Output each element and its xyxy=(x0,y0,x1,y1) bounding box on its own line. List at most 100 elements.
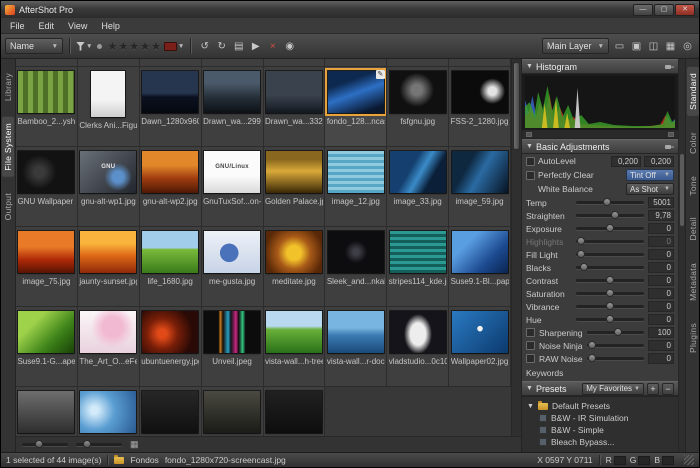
thumbnail-cell[interactable] xyxy=(202,387,264,436)
slider-track-vibrance[interactable] xyxy=(576,305,644,308)
rotate-left-icon[interactable]: ↺ xyxy=(197,38,212,54)
left-tab-library[interactable]: Library xyxy=(2,67,14,107)
preset-item[interactable]: ▼Default Presets xyxy=(525,400,675,412)
slider-track-noise-ninja[interactable] xyxy=(587,344,644,347)
thumbnail-cell[interactable]: GNU/LinuxGnuTuxSof...on-v1.jpg xyxy=(202,147,264,227)
slider-knob[interactable] xyxy=(606,302,614,310)
slider-knob[interactable] xyxy=(83,440,91,448)
thumbnail-cell[interactable]: vista-wall...r-dock.jpg xyxy=(325,307,387,387)
thumbnail-cell[interactable]: jaunty-sunset.jpg xyxy=(78,227,140,307)
autolevel-checkbox[interactable] xyxy=(526,157,535,166)
menu-file[interactable]: File xyxy=(3,19,32,33)
highlight-clip-icon[interactable] xyxy=(668,132,674,137)
thumbnail-cell[interactable]: GNU Wallpaper 2.jpg xyxy=(16,147,78,227)
slider-track-sharpening[interactable] xyxy=(587,331,644,334)
thumbnail-cell[interactable]: Dawn_1280x960.jpg xyxy=(140,67,202,147)
tint-combo[interactable]: Tint Off▼ xyxy=(626,169,674,181)
checkbox-noise-ninja[interactable] xyxy=(526,341,535,350)
thumbnail-cell[interactable]: Bamboo_2...ysha.jpg xyxy=(16,67,78,147)
thumbnail-cell[interactable]: Suse9.1-Bl...papers.jpg xyxy=(449,227,511,307)
filter-button[interactable]: ▼ xyxy=(76,38,92,54)
right-tab-metadata[interactable]: Metadata xyxy=(687,257,699,307)
thumbnail-cell[interactable]: vladstudio...0c1024.jpg xyxy=(387,307,449,387)
sort-combo[interactable]: Name▼ xyxy=(5,38,63,54)
favorites-combo[interactable]: My Favorites▼ xyxy=(582,383,644,395)
current-folder[interactable]: Fondos xyxy=(130,455,158,465)
menu-help[interactable]: Help xyxy=(94,19,127,33)
close-button[interactable]: ✕ xyxy=(675,4,695,16)
multi-image-view-icon[interactable]: ▦ xyxy=(663,38,678,54)
thumbnail-cell[interactable]: Unveil.jpeg xyxy=(202,307,264,387)
right-tab-detail[interactable]: Detail xyxy=(687,211,699,247)
thumbnail-cell[interactable]: image_59.jpg xyxy=(449,147,511,227)
white-balance-combo[interactable]: As Shot▼ xyxy=(626,183,674,195)
star-icon[interactable]: ★ xyxy=(129,40,139,53)
zoom-slider[interactable] xyxy=(76,443,122,446)
thumbnail-cell[interactable]: ✎fondo_128...ncast.jpg xyxy=(325,67,387,147)
thumbnail-cell[interactable] xyxy=(78,387,140,436)
thumbnail-cell[interactable]: gnu-alt-wp2.jpg xyxy=(140,147,202,227)
slider-track-saturation[interactable] xyxy=(576,292,644,295)
preset-item[interactable]: B&W - IR Simulation xyxy=(525,412,675,424)
thumbnail-cell[interactable]: The_Art_O...eFear.jpg xyxy=(78,307,140,387)
layer-combo[interactable]: Main Layer▼ xyxy=(542,38,609,54)
remove-preset-button[interactable]: − xyxy=(662,383,674,395)
thumbnail-cell[interactable]: vista-wall...h-tree.jpg xyxy=(264,307,326,387)
slider-knob[interactable] xyxy=(606,315,614,323)
expand-icon[interactable]: ▼ xyxy=(527,403,534,410)
magnifier-icon[interactable]: ◎ xyxy=(680,38,695,54)
add-preset-button[interactable]: + xyxy=(647,383,659,395)
reject-icon[interactable]: × xyxy=(265,38,280,54)
image-browse-icon[interactable]: ▤ xyxy=(231,38,246,54)
thumbnail-cell[interactable]: image_12.jpg xyxy=(325,147,387,227)
thumbnail-cell[interactable]: Golden Palace.jpg xyxy=(264,147,326,227)
thumbnail-cell[interactable]: me-gusta.jpg xyxy=(202,227,264,307)
slider-knob[interactable] xyxy=(611,211,619,219)
thumbnail-cell[interactable]: Wallpaper02.jpg xyxy=(449,307,511,387)
slider-track-blacks[interactable] xyxy=(576,266,644,269)
camera-icon[interactable]: ◉ xyxy=(282,38,297,54)
menu-view[interactable]: View xyxy=(61,19,94,33)
slider-knob[interactable] xyxy=(614,328,622,336)
dual-monitor-icon[interactable]: ▭ xyxy=(612,38,627,54)
slider-knob[interactable] xyxy=(603,198,611,206)
star-icon[interactable]: ★ xyxy=(151,40,161,53)
thumbnail-cell[interactable] xyxy=(140,387,202,436)
thumbnail-cell[interactable]: FSS-2_1280.jpg xyxy=(449,67,511,147)
slider-knob[interactable] xyxy=(35,440,43,448)
slider-knob[interactable] xyxy=(606,276,614,284)
thumbnail-cell[interactable]: Drawn_wa...332_.jpg xyxy=(264,67,326,147)
right-tab-plugins[interactable]: Plugins xyxy=(687,317,699,359)
thumbnail-cell[interactable]: fsfgnu.jpg xyxy=(387,67,449,147)
grid-scrollbar[interactable] xyxy=(511,59,521,436)
slider-track-highlights[interactable] xyxy=(576,240,644,243)
thumbnail-cell[interactable]: Drawn_wa...299_.jpg xyxy=(202,67,264,147)
presets-header[interactable]: ▼ Presets My Favorites▼ + − xyxy=(522,381,678,396)
slider-knob[interactable] xyxy=(588,354,596,362)
thumbnail-cell[interactable]: meditate.jpg xyxy=(264,227,326,307)
two-up-view-icon[interactable]: ◫ xyxy=(646,38,661,54)
no-rating-filter-icon[interactable] xyxy=(97,44,102,49)
slider-track-hue[interactable] xyxy=(576,318,644,321)
single-image-view-icon[interactable]: ▣ xyxy=(629,38,644,54)
slider-knob[interactable] xyxy=(577,250,585,258)
slider-track-temp[interactable] xyxy=(576,201,644,204)
slider-track-straighten[interactable] xyxy=(576,214,644,217)
thumbnail-cell[interactable]: ubuntuenergy.jpg xyxy=(140,307,202,387)
left-tab-output[interactable]: Output xyxy=(2,187,14,226)
thumbnail-cell[interactable]: GNUgnu-alt-wp1.jpg xyxy=(78,147,140,227)
star-icon[interactable]: ★ xyxy=(140,40,150,53)
right-tab-color[interactable]: Color xyxy=(687,126,699,160)
thumbnail-cell[interactable] xyxy=(16,387,78,436)
pin-icon[interactable] xyxy=(664,142,674,152)
slider-track-fill-light[interactable] xyxy=(576,253,644,256)
checkbox-raw-noise[interactable] xyxy=(526,354,535,363)
perfectly-clear-checkbox[interactable] xyxy=(526,171,535,180)
rotate-right-icon[interactable]: ↻ xyxy=(214,38,229,54)
autolevel-low-value[interactable]: 0,200 xyxy=(611,156,641,167)
thumbnail-cell[interactable]: life_1680.jpg xyxy=(140,227,202,307)
minimize-button[interactable]: — xyxy=(633,4,653,16)
shadow-clip-icon[interactable] xyxy=(526,132,532,137)
grid-view-icon[interactable]: ▦ xyxy=(130,439,139,450)
star-icon[interactable]: ★ xyxy=(118,40,128,53)
